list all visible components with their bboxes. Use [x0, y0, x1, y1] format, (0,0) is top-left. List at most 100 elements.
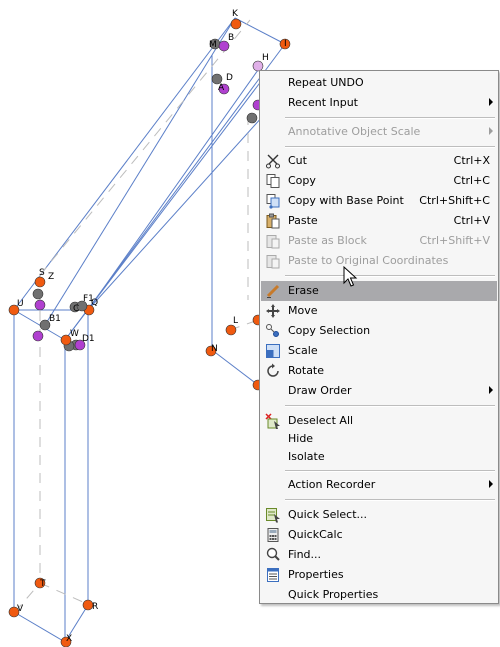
- menu-separator: [285, 470, 495, 472]
- point-label-V: V: [17, 604, 24, 614]
- context-menu: Repeat UNDO Recent Input Annotative Obje…: [259, 70, 499, 604]
- menu-item-label: Draw Order: [288, 384, 352, 397]
- menu-item-label: Paste to Original Coordinates: [288, 254, 449, 267]
- point-label-W: W: [70, 329, 79, 339]
- point-label-H: H: [262, 53, 269, 63]
- submenu-arrow-icon: [489, 386, 493, 394]
- menu-item-annotative-object-scale[interactable]: Annotative Object Scale: [261, 122, 497, 142]
- mouse-pointer-icon: [343, 266, 358, 287]
- calculator-icon: [267, 528, 279, 542]
- deselect-icon: [265, 413, 280, 429]
- point-label-D1: D1: [82, 334, 95, 344]
- model-edges: [13, 17, 301, 643]
- menu-item-hide[interactable]: Hide: [261, 429, 497, 449]
- menu-item-move[interactable]: Move: [261, 301, 497, 321]
- menu-item-cut[interactable]: Cut Ctrl+X: [261, 151, 497, 171]
- menu-item-label: Paste as Block: [288, 234, 367, 247]
- point-label-Z: Z: [48, 272, 54, 282]
- menu-item-quick-select[interactable]: Quick Select...: [261, 505, 497, 525]
- grip-point[interactable]: [32, 330, 44, 342]
- point-label-K: K: [232, 9, 239, 19]
- point-label-I: I: [284, 39, 287, 49]
- point-label-B: B: [228, 33, 234, 43]
- menu-item-properties[interactable]: Properties: [261, 565, 497, 585]
- menu-item-label: Isolate: [288, 450, 325, 463]
- menu-item-repeat-undo[interactable]: Repeat UNDO: [261, 73, 497, 93]
- menu-item-recent-input[interactable]: Recent Input: [261, 93, 497, 113]
- point-label-N: N: [211, 344, 218, 354]
- menu-item-shortcut: Ctrl+C: [453, 174, 490, 187]
- grip-point-K[interactable]: [230, 18, 242, 30]
- paste-icon: [266, 213, 280, 229]
- grip-point-L[interactable]: [225, 324, 237, 336]
- point-label-Q: Q: [91, 298, 98, 308]
- find-icon: [266, 547, 280, 561]
- point-label-R: R: [92, 602, 98, 612]
- menu-separator: [285, 499, 495, 501]
- menu-item-label: Annotative Object Scale: [288, 125, 421, 138]
- menu-item-label: Find...: [288, 548, 322, 561]
- scissors-icon: [266, 154, 280, 169]
- menu-item-label: Properties: [288, 568, 344, 581]
- menu-item-quick-properties[interactable]: Quick Properties: [261, 585, 497, 605]
- menu-item-label: Scale: [288, 344, 318, 357]
- grip-point-Z[interactable]: [32, 288, 44, 300]
- menu-item-shortcut: Ctrl+Shift+C: [419, 194, 490, 207]
- menu-item-label: Deselect All: [288, 414, 354, 427]
- menu-item-find[interactable]: Find...: [261, 545, 497, 565]
- menu-item-label: Action Recorder: [288, 478, 376, 491]
- point-label-C: C: [73, 304, 79, 314]
- quick-select-icon: [266, 508, 280, 523]
- menu-item-shortcut: Ctrl+X: [453, 154, 490, 167]
- eraser-icon: [266, 284, 280, 298]
- menu-separator: [285, 275, 495, 277]
- menu-item-label: Erase: [288, 284, 319, 297]
- menu-item-label: Hide: [288, 432, 314, 445]
- menu-item-label: Copy Selection: [288, 324, 371, 337]
- copy-selection-icon: [266, 324, 279, 337]
- point-label-D: D: [226, 73, 233, 83]
- menu-item-deselect-all[interactable]: Deselect All: [261, 411, 497, 431]
- menu-item-paste-as-block[interactable]: Paste as Block Ctrl+Shift+V: [261, 231, 497, 251]
- grip-point[interactable]: [34, 299, 46, 311]
- menu-item-scale[interactable]: Scale: [261, 341, 497, 361]
- submenu-arrow-icon: [489, 127, 493, 135]
- scale-icon: [266, 344, 280, 358]
- grip-points: [8, 18, 291, 647]
- paste-coords-icon: [266, 255, 280, 269]
- menu-item-label: Copy: [288, 174, 316, 187]
- menu-item-label: Recent Input: [288, 96, 358, 109]
- point-label-X: X: [66, 634, 72, 644]
- menu-item-label: Quick Properties: [288, 588, 379, 601]
- copy-icon: [266, 174, 280, 188]
- menu-item-paste[interactable]: Paste Ctrl+V: [261, 211, 497, 231]
- menu-item-erase[interactable]: Erase: [261, 281, 497, 301]
- menu-item-label: Rotate: [288, 364, 325, 377]
- menu-item-copy[interactable]: Copy Ctrl+C: [261, 171, 497, 191]
- point-label-B1: B1: [49, 314, 61, 324]
- menu-item-isolate[interactable]: Isolate: [261, 447, 497, 467]
- menu-item-label: QuickCalc: [288, 528, 343, 541]
- menu-item-draw-order[interactable]: Draw Order: [261, 381, 497, 401]
- grip-point-S[interactable]: [34, 276, 46, 288]
- grip-point[interactable]: [246, 112, 258, 124]
- menu-item-quickcalc[interactable]: QuickCalc: [261, 525, 497, 545]
- submenu-arrow-icon: [489, 480, 493, 488]
- menu-item-label: Repeat UNDO: [288, 76, 364, 89]
- point-labels: KMBIDAHS ZU F1CQB1W D1LNTV RX: [17, 9, 287, 644]
- menu-separator: [285, 146, 495, 148]
- menu-item-copy-with-base-point[interactable]: Copy with Base Point Ctrl+Shift+C: [261, 191, 497, 211]
- menu-item-rotate[interactable]: Rotate: [261, 361, 497, 381]
- point-label-U: U: [17, 299, 24, 309]
- menu-item-label: Quick Select...: [288, 508, 368, 521]
- point-label-A: A: [218, 83, 225, 93]
- menu-item-shortcut: Ctrl+Shift+V: [419, 234, 490, 247]
- menu-separator: [285, 117, 495, 119]
- menu-separator: [285, 405, 495, 407]
- menu-item-copy-selection[interactable]: Copy Selection: [261, 321, 497, 341]
- menu-item-label: Copy with Base Point: [288, 194, 404, 207]
- rotate-icon: [267, 363, 279, 377]
- point-label-T: T: [39, 579, 46, 589]
- menu-item-paste-to-original-coordinates[interactable]: Paste to Original Coordinates: [261, 251, 497, 271]
- menu-item-action-recorder[interactable]: Action Recorder: [261, 475, 497, 495]
